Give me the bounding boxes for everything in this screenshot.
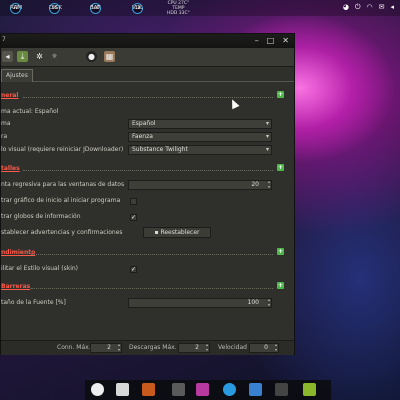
- theme-select[interactable]: Faenza ▾: [128, 132, 272, 142]
- speed-spinner[interactable]: 0 ▴ ▾: [249, 342, 279, 353]
- ram-gauge[interactable]: RAM 32: [10, 2, 23, 14]
- minimize-button[interactable]: –: [255, 35, 259, 46]
- section-divider: [23, 170, 273, 171]
- expand-bars-icon[interactable]: +: [277, 282, 284, 289]
- volume-label: VOL: [132, 5, 144, 11]
- files-icon[interactable]: [116, 383, 129, 396]
- reset-button[interactable]: ▪ Reestablecer: [143, 227, 211, 238]
- status-bar: Conn. Máx. 2 ▴ ▾ Descargas Máx. 2 ▴ ▾ Velo…: [1, 340, 294, 355]
- puzzle-icon[interactable]: [303, 383, 316, 396]
- spinner-arrows-icon[interactable]: ▴ ▾: [118, 342, 120, 352]
- startup-graphic-label: trar gráfico de inicio al iniciar progra…: [1, 197, 121, 204]
- settings-gear-icon[interactable]: ✲: [34, 51, 45, 62]
- countdown-value: 20: [251, 181, 259, 188]
- max-downloads-label: Descargas Máx.: [129, 344, 177, 351]
- general-header[interactable]: neral: [1, 92, 18, 99]
- skin-label: ilitar el Estilo visual (skin): [1, 265, 79, 272]
- section-divider: [31, 254, 273, 255]
- firefox-icon[interactable]: [142, 383, 155, 396]
- sun-icon[interactable]: ☼: [49, 51, 60, 62]
- video-icon[interactable]: [275, 383, 288, 396]
- skin-checkbox[interactable]: ✓: [130, 266, 137, 273]
- chevron-down-icon: ▾: [265, 120, 269, 127]
- reset-button-label: Reestablecer: [160, 229, 200, 236]
- font-size-value: 100: [247, 299, 259, 306]
- battery-label: BAT: [90, 5, 101, 11]
- media-icon[interactable]: [196, 383, 209, 396]
- details-header[interactable]: talles: [1, 165, 20, 172]
- spinner-arrows-icon[interactable]: ▴ ▾: [275, 342, 277, 352]
- cpu-temp-readout: CPU 27C° TEMP HDD 33C°: [167, 1, 190, 16]
- dock: [85, 380, 331, 400]
- language-select-value: Español: [132, 120, 156, 127]
- disk-label: DISK: [49, 5, 62, 11]
- jdownloader-icon[interactable]: [91, 383, 104, 396]
- skype-icon[interactable]: [223, 383, 236, 396]
- font-size-label: taño de la Fuente [%]: [1, 299, 66, 306]
- style-select[interactable]: Substance Twilight ▾: [128, 145, 272, 155]
- maximize-button[interactable]: □: [267, 35, 275, 46]
- circle-icon[interactable]: ●: [86, 51, 97, 62]
- max-connections-spinner[interactable]: 2 ▴ ▾: [90, 342, 122, 353]
- window-title: 7: [2, 36, 6, 43]
- language-select[interactable]: Español ▾: [128, 119, 272, 129]
- close-button[interactable]: ✕: [282, 35, 289, 46]
- download-icon[interactable]: ⤓: [17, 51, 28, 62]
- chevron-down-icon: ▾: [265, 146, 269, 153]
- volume-gauge[interactable]: VOL 18: [132, 2, 143, 14]
- chat-icon[interactable]: ◕: [343, 3, 349, 12]
- battery-gauge[interactable]: BAT 100: [90, 2, 101, 14]
- spinner-arrows-icon[interactable]: ▴ ▾: [268, 179, 270, 189]
- settings-window: 7 – □ ✕ ◂ ⤓ ✲ ☼ ● ▦ Ajustes neral + ma a…: [0, 33, 295, 355]
- expand-performance-icon[interactable]: +: [277, 248, 284, 255]
- power-icon[interactable]: ⏻: [355, 3, 361, 12]
- system-tray: ◕ ⏻ ◠ ✉ ◂: [343, 3, 394, 12]
- writer-icon[interactable]: [249, 383, 262, 396]
- countdown-spinner[interactable]: 20 ▴ ▾: [128, 179, 272, 190]
- back-icon[interactable]: ◂: [2, 51, 13, 62]
- bars-header[interactable]: Barreras: [1, 283, 30, 290]
- font-size-spinner[interactable]: 100 ▴ ▾: [128, 297, 272, 308]
- speed-value: 0: [264, 344, 268, 351]
- reset-warnings-label: stablecer advertencias y confirmaciones: [1, 229, 123, 236]
- expand-details-icon[interactable]: +: [277, 164, 284, 171]
- image-icon[interactable]: ▦: [104, 51, 115, 62]
- spinner-arrows-icon[interactable]: ▴ ▾: [206, 342, 208, 352]
- music-icon[interactable]: [172, 383, 185, 396]
- section-divider: [31, 288, 273, 289]
- disk-gauge[interactable]: DISK 56: [49, 2, 62, 14]
- settings-content: neral + ma actual: Español ma Español ▾ …: [1, 82, 294, 340]
- theme-label: ra: [1, 133, 8, 140]
- expand-general-icon[interactable]: +: [277, 91, 284, 98]
- title-bar[interactable]: 7 – □ ✕: [1, 34, 294, 48]
- language-label: ma: [1, 120, 11, 127]
- tab-ajustes[interactable]: Ajustes: [1, 69, 33, 82]
- style-select-value: Substance Twilight: [132, 146, 188, 153]
- speed-label: Velocidad: [218, 344, 247, 351]
- countdown-label: nta regresiva para las ventanas de datos: [1, 181, 125, 188]
- tab-bar: Ajustes: [1, 67, 294, 82]
- max-downloads-value: 2: [195, 344, 199, 351]
- style-label: lo visual (requiere reiniciar JDownloade…: [1, 146, 124, 153]
- ram-label: RAM: [10, 5, 23, 11]
- max-connections-label: Conn. Máx.: [57, 344, 91, 351]
- hdd-text: HDD 33C°: [167, 11, 190, 16]
- theme-select-value: Faenza: [132, 133, 153, 140]
- wifi-icon[interactable]: ◠: [367, 3, 373, 12]
- toolbar: ◂ ⤓ ✲ ☼ ● ▦: [1, 48, 294, 67]
- spinner-arrows-icon[interactable]: ▴ ▾: [268, 297, 270, 307]
- top-panel: RAM 32 DISK 56 BAT 100 VOL 18 CPU 27C° T…: [0, 0, 400, 16]
- balloons-checkbox[interactable]: ✓: [130, 214, 137, 221]
- volume-icon[interactable]: ◂: [390, 3, 394, 12]
- balloons-label: trar globos de información: [1, 213, 81, 220]
- current-language-label: ma actual: Español: [1, 108, 59, 115]
- max-downloads-spinner[interactable]: 2 ▴ ▾: [178, 342, 210, 353]
- envelope-icon[interactable]: ✉: [379, 3, 385, 12]
- chevron-down-icon: ▾: [265, 133, 269, 140]
- max-connections-value: 2: [107, 344, 111, 351]
- startup-graphic-checkbox[interactable]: [130, 198, 137, 205]
